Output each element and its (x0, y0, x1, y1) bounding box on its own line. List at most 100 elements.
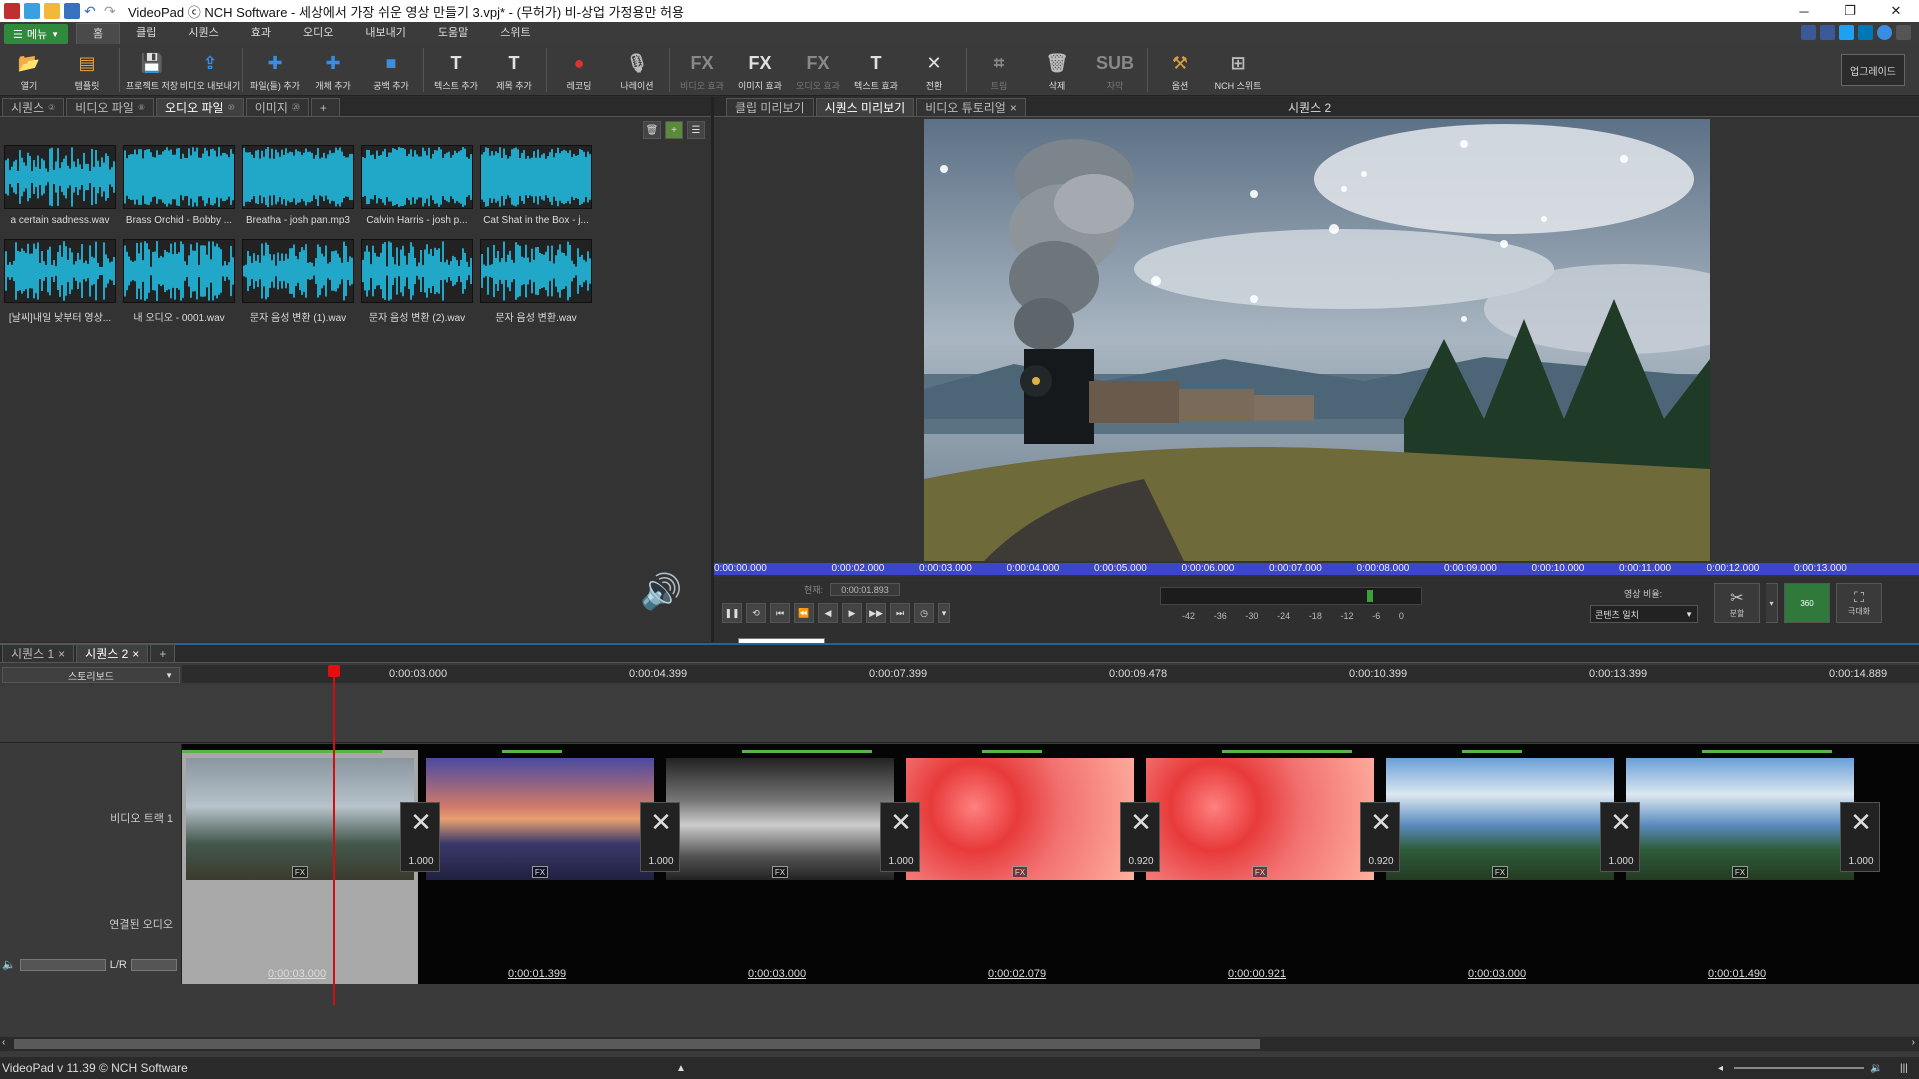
panel-toggle-icon[interactable]: ||| (1900, 1063, 1908, 1074)
transition-block[interactable]: ✕ 1.000 (880, 802, 920, 872)
trash-icon[interactable]: 🗑 (643, 121, 661, 139)
template-button[interactable]: ▤ 템플릿 (58, 44, 116, 96)
bin-tab[interactable]: 시퀀스 ② (2, 98, 65, 116)
close-tab-icon[interactable]: × (132, 647, 139, 661)
video-effect-button[interactable]: FX 비디오 효과 (673, 44, 731, 96)
menu-tab[interactable]: 효과 (235, 23, 287, 44)
close-tab-icon[interactable]: × (1010, 101, 1017, 115)
zoom-slider[interactable] (1734, 1067, 1864, 1069)
clip-duration[interactable]: 0:00:02.079 (988, 968, 1046, 980)
add-blank-button[interactable]: ■ 공백 추가 (362, 44, 420, 96)
prev-clip-icon[interactable]: ⏪ (794, 603, 814, 623)
subtitle-button[interactable]: SUB 자막 (1086, 44, 1144, 96)
horizontal-scrollbar[interactable]: ‹ › (0, 1037, 1919, 1051)
add-folder-icon[interactable]: + (665, 121, 683, 139)
split-dropdown[interactable]: ▾ (1766, 583, 1778, 623)
audio-file-item[interactable]: 문자 음성 변환 (2).wav (361, 239, 473, 327)
clip-duration[interactable]: 0:00:03.000 (1468, 968, 1526, 980)
volume-slider[interactable] (19, 958, 106, 971)
sequence-tab[interactable]: 시퀀스 1 × (2, 644, 75, 662)
fx-icon[interactable]: FX (1492, 866, 1508, 878)
facebook-icon[interactable] (1820, 25, 1835, 40)
zoom-out-icon[interactable]: ◂ (1718, 1063, 1723, 1074)
pause-icon[interactable]: ❚❚ (722, 603, 742, 623)
clip-duration[interactable]: 0:00:01.399 (508, 968, 566, 980)
save-button[interactable]: 💾 프로젝트 저장 (123, 44, 181, 96)
go-start-icon[interactable]: ⏮ (770, 603, 790, 623)
video-clip[interactable]: FX (422, 750, 658, 880)
clip-duration[interactable]: 0:00:03.000 (268, 968, 326, 980)
new-project-icon[interactable] (24, 3, 40, 19)
pan-slider[interactable] (130, 958, 177, 971)
scrollbar-thumb[interactable] (14, 1039, 1260, 1049)
sequence-tab[interactable]: 시퀀스 2 × (76, 644, 149, 662)
playhead-handle[interactable] (328, 665, 340, 677)
360-button[interactable]: 360 (1784, 583, 1830, 623)
video-clip[interactable]: FX (662, 750, 898, 880)
play-icon[interactable]: ▶ (842, 603, 862, 623)
audio-file-item[interactable]: Cat Shat in the Box - j... (480, 145, 592, 233)
audio-file-item[interactable]: Calvin Harris - josh p... (361, 145, 473, 233)
audio-file-item[interactable]: 문자 음성 변환 (1).wav (242, 239, 354, 327)
zoom-in-icon[interactable]: 🔉 (1870, 1063, 1882, 1074)
trash-button[interactable]: 🗑 삭제 (1028, 44, 1086, 96)
add-title-button[interactable]: T 제목 추가 (485, 44, 543, 96)
loop-icon[interactable]: ⟲ (746, 603, 766, 623)
settings-dropdown-icon[interactable] (1896, 25, 1911, 40)
audio-file-item[interactable]: 내 오디오 - 0001.wav (123, 239, 235, 327)
audio-file-item[interactable]: [날씨]내일 낮부터 영상... (4, 239, 116, 327)
twitter-icon[interactable] (1839, 25, 1854, 40)
clip-duration[interactable]: 0:00:00.921 (1228, 968, 1286, 980)
preview-tab[interactable]: 클립 미리보기 (726, 98, 814, 116)
trim-button[interactable]: ⌗ 트림 (970, 44, 1028, 96)
video-clip[interactable]: FX (1382, 750, 1618, 880)
add-object-button[interactable]: ✚ 개체 추가 (304, 44, 362, 96)
nch-suite-button[interactable]: ⊞ NCH 스위트 (1209, 44, 1267, 96)
sequence-preview-video[interactable] (924, 119, 1710, 561)
undo-icon[interactable]: ↶ (84, 3, 100, 19)
microphone-button[interactable]: 🎙 나레이션 (608, 44, 666, 96)
speed-icon[interactable]: ◷ (914, 603, 934, 623)
bin-tab[interactable]: 비디오 파일 ⑧ (66, 98, 155, 116)
aspect-ratio-select[interactable]: 콘텐츠 일치 ▼ (1590, 605, 1698, 623)
menu-tab[interactable]: 홈 (76, 23, 121, 44)
scroll-left-icon[interactable]: ‹ (2, 1037, 5, 1048)
split-button[interactable]: ✂ 분할 (1714, 583, 1760, 623)
text-effect-button[interactable]: T 텍스트 효과 (847, 44, 905, 96)
minimize-button[interactable]: ─ (1781, 0, 1827, 22)
like-icon[interactable] (1801, 25, 1816, 40)
preview-tab[interactable]: 시퀀스 미리보기 (815, 98, 915, 116)
transition-block[interactable]: ✕ 1.000 (1840, 802, 1880, 872)
current-time-display[interactable]: 0:00:01.893 (830, 583, 900, 596)
video-clip[interactable]: FX (182, 750, 418, 880)
video-clip[interactable]: FX (1142, 750, 1378, 880)
image-effect-button[interactable]: FX 이미지 효과 (731, 44, 789, 96)
menu-tab[interactable]: 내보내기 (349, 23, 421, 44)
options-button[interactable]: ⚒ 옵션 (1151, 44, 1209, 96)
volume-icon[interactable]: 🔈 (2, 958, 16, 971)
sequence-tab[interactable]: + (150, 644, 176, 662)
transition-block[interactable]: ✕ 0.920 (1120, 802, 1160, 872)
audio-file-item[interactable]: Brass Orchid - Bobby ... (123, 145, 235, 233)
close-button[interactable]: ✕ (1873, 0, 1919, 22)
clip-duration[interactable]: 0:00:01.490 (1708, 968, 1766, 980)
video-clip[interactable]: FX (1622, 750, 1858, 880)
transition-block[interactable]: ✕ 1.000 (1600, 802, 1640, 872)
playhead[interactable] (333, 665, 335, 1005)
sequence-timeline-ruler[interactable]: 0:00:03.000 0:00:04.399 0:00:07.399 0:00:09… (182, 665, 1919, 683)
record-button[interactable]: ● 레코딩 (550, 44, 608, 96)
close-tab-icon[interactable]: × (58, 647, 65, 661)
restore-button[interactable]: ❐ (1827, 0, 1873, 22)
fx-icon[interactable]: FX (1012, 866, 1028, 878)
fx-icon[interactable]: FX (1252, 866, 1268, 878)
redo-icon[interactable]: ↷ (104, 3, 120, 19)
view-mode-select[interactable]: 스토리보드 ▼ (2, 667, 180, 683)
bin-tab[interactable]: 오디오 파일 ⑩ (156, 98, 244, 116)
bin-tab[interactable]: 이미지 ⑳ (245, 98, 309, 116)
bin-tab[interactable]: + (310, 98, 340, 116)
transition-block[interactable]: ✕ 0.920 (1360, 802, 1400, 872)
empty-overlay-track[interactable] (0, 685, 1919, 743)
upgrade-button[interactable]: 업그레이드 (1841, 54, 1905, 86)
audio-effect-button[interactable]: FX 오디오 효과 (789, 44, 847, 96)
transition-block[interactable]: ✕ 1.000 (640, 802, 680, 872)
